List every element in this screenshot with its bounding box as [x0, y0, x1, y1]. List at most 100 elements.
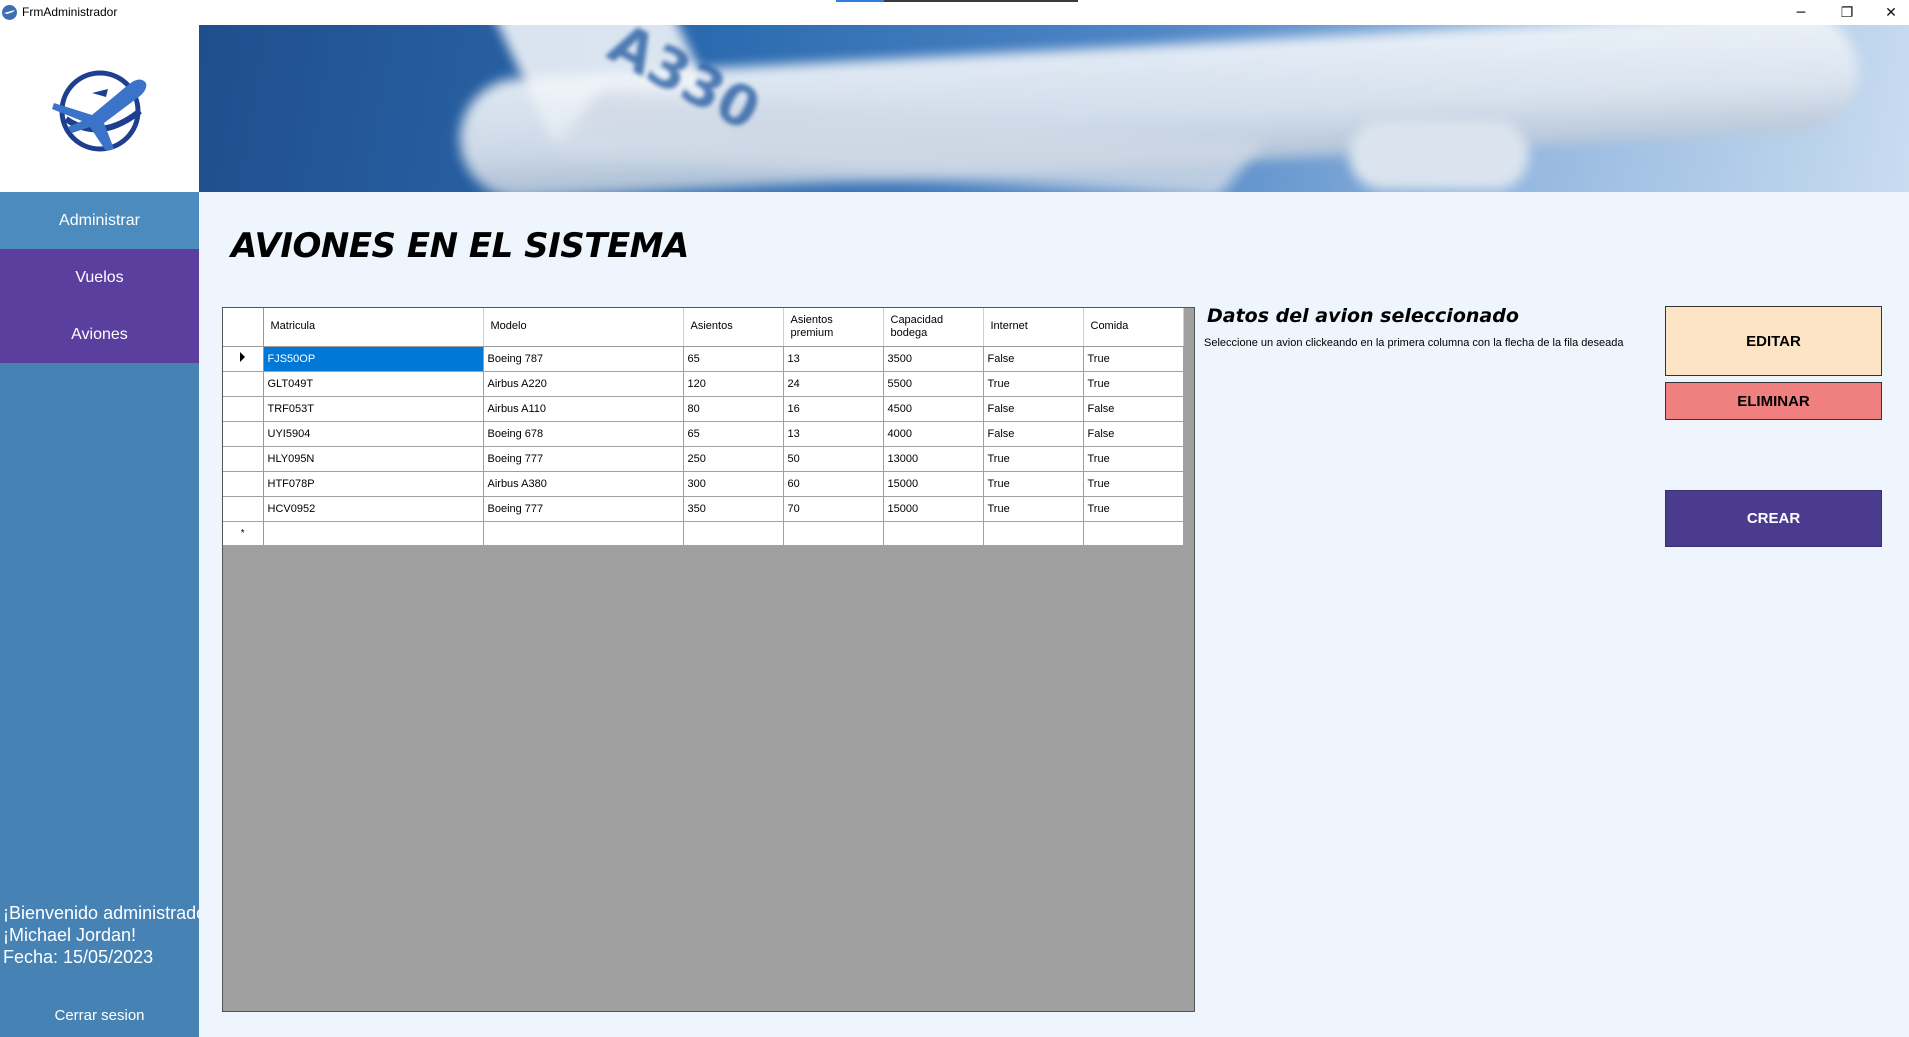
date-label: Fecha: 15/05/2023 — [3, 947, 154, 967]
aircraft-grid[interactable]: Matricula Modelo Asientos Asientos premi… — [222, 307, 1195, 1012]
table-cell[interactable]: 250 — [683, 446, 784, 472]
table-cell[interactable]: 4000 — [883, 421, 984, 447]
table-cell[interactable]: False — [983, 346, 1084, 372]
table-cell[interactable]: Airbus A110 — [483, 396, 684, 422]
table-cell[interactable] — [783, 521, 884, 546]
page-title: AVIONES EN EL SISTEMA — [231, 226, 689, 266]
create-button[interactable]: CREAR — [1665, 490, 1882, 547]
minimize-button[interactable]: ─ — [1778, 0, 1824, 25]
table-cell[interactable]: 3500 — [883, 346, 984, 372]
column-header-asientos[interactable]: Asientos — [683, 308, 784, 347]
edit-button[interactable]: EDITAR — [1665, 306, 1882, 376]
table-cell[interactable]: True — [1083, 446, 1184, 472]
table-cell[interactable]: 16 — [783, 396, 884, 422]
table-cell[interactable]: HLY095N — [263, 446, 484, 472]
airplane-globe-logo-icon — [52, 70, 147, 152]
column-header-internet[interactable]: Internet — [983, 308, 1084, 347]
restore-button[interactable]: ❐ — [1824, 0, 1870, 25]
column-header-modelo[interactable]: Modelo — [483, 308, 684, 347]
delete-button[interactable]: ELIMINAR — [1665, 382, 1882, 420]
table-cell[interactable] — [683, 521, 784, 546]
table-cell[interactable]: UYI5904 — [263, 421, 484, 447]
table-cell[interactable]: 80 — [683, 396, 784, 422]
table-cell[interactable]: HCV0952 — [263, 496, 484, 522]
table-row[interactable]: HCV0952 Boeing 777 350 70 15000 True True — [223, 496, 1184, 522]
table-cell[interactable]: True — [983, 371, 1084, 397]
table-cell[interactable]: False — [1083, 396, 1184, 422]
table-row[interactable]: GLT049T Airbus A220 120 24 5500 True True — [223, 371, 1184, 397]
aircraft-table: Matricula Modelo Asientos Asientos premi… — [223, 308, 1184, 546]
row-header[interactable] — [223, 446, 264, 472]
table-cell[interactable] — [483, 521, 684, 546]
new-row-header[interactable]: * — [223, 521, 264, 546]
table-row[interactable]: HLY095N Boeing 777 250 50 13000 True True — [223, 446, 1184, 472]
table-cell[interactable]: TRF053T — [263, 396, 484, 422]
table-cell[interactable]: Airbus A380 — [483, 471, 684, 497]
row-header[interactable] — [223, 471, 264, 497]
main-content: AVIONES EN EL SISTEMA Matricula Modelo A… — [199, 192, 1909, 1037]
row-header[interactable] — [223, 346, 264, 372]
table-cell[interactable]: True — [983, 446, 1084, 472]
table-cell[interactable]: False — [983, 396, 1084, 422]
row-header[interactable] — [223, 496, 264, 522]
table-cell[interactable] — [883, 521, 984, 546]
table-cell[interactable]: True — [1083, 471, 1184, 497]
table-row[interactable]: UYI5904 Boeing 678 65 13 4000 False False — [223, 421, 1184, 447]
new-row[interactable]: * — [223, 521, 1184, 546]
column-header-comida[interactable]: Comida — [1083, 308, 1184, 347]
table-cell[interactable]: HTF078P — [263, 471, 484, 497]
column-header-capacidad-bodega[interactable]: Capacidad bodega — [883, 308, 984, 347]
table-cell[interactable]: 70 — [783, 496, 884, 522]
table-cell[interactable]: 24 — [783, 371, 884, 397]
table-cell[interactable]: 65 — [683, 346, 784, 372]
table-cell[interactable]: Boeing 787 — [483, 346, 684, 372]
logout-link[interactable]: Cerrar sesion — [0, 1007, 199, 1024]
table-cell[interactable]: True — [983, 471, 1084, 497]
table-cell[interactable]: 13 — [783, 421, 884, 447]
row-header[interactable] — [223, 421, 264, 447]
table-cell[interactable]: Boeing 777 — [483, 496, 684, 522]
column-header-asientos-premium[interactable]: Asientos premium — [783, 308, 884, 347]
sidebar-item-vuelos[interactable]: Vuelos — [0, 249, 199, 306]
table-cell[interactable]: 15000 — [883, 496, 984, 522]
row-header[interactable] — [223, 396, 264, 422]
table-cell[interactable]: 13 — [783, 346, 884, 372]
table-cell[interactable]: 50 — [783, 446, 884, 472]
table-cell[interactable]: True — [983, 496, 1084, 522]
table-cell[interactable]: 350 — [683, 496, 784, 522]
table-cell[interactable] — [263, 521, 484, 546]
table-cell[interactable]: 120 — [683, 371, 784, 397]
sidebar-item-aviones[interactable]: Aviones — [0, 306, 199, 363]
welcome-text: ¡Bienvenido administrador ¡Michael Jorda… — [3, 902, 199, 968]
table-cell[interactable]: FJS50OP — [263, 346, 484, 372]
table-cell[interactable]: Airbus A220 — [483, 371, 684, 397]
table-cell[interactable]: GLT049T — [263, 371, 484, 397]
table-row[interactable]: HTF078P Airbus A380 300 60 15000 True True — [223, 471, 1184, 497]
table-cell[interactable]: 13000 — [883, 446, 984, 472]
table-header-row: Matricula Modelo Asientos Asientos premi… — [223, 308, 1184, 347]
table-cell[interactable]: 300 — [683, 471, 784, 497]
sidebar-item-administrar[interactable]: Administrar — [0, 192, 199, 249]
table-cell[interactable]: 5500 — [883, 371, 984, 397]
table-row[interactable]: TRF053T Airbus A110 80 16 4500 False False — [223, 396, 1184, 422]
table-cell[interactable]: 60 — [783, 471, 884, 497]
table-cell[interactable]: True — [1083, 346, 1184, 372]
table-cell[interactable]: True — [1083, 371, 1184, 397]
table-cell[interactable]: True — [1083, 496, 1184, 522]
logo-panel — [0, 25, 199, 192]
column-header-matricula[interactable]: Matricula — [263, 308, 484, 347]
table-cell[interactable]: False — [983, 421, 1084, 447]
table-cell[interactable]: Boeing 777 — [483, 446, 684, 472]
table-cell[interactable] — [1083, 521, 1184, 546]
table-cell[interactable]: False — [1083, 421, 1184, 447]
close-button[interactable]: ✕ — [1868, 0, 1909, 25]
table-cell[interactable]: Boeing 678 — [483, 421, 684, 447]
table-cell[interactable]: 4500 — [883, 396, 984, 422]
table-row[interactable]: FJS50OP Boeing 787 65 13 3500 False True — [223, 346, 1184, 372]
table-cell[interactable] — [983, 521, 1084, 546]
row-header-corner[interactable] — [223, 308, 264, 347]
header-banner-image: A330 — [199, 25, 1909, 192]
table-cell[interactable]: 65 — [683, 421, 784, 447]
row-header[interactable] — [223, 371, 264, 397]
table-cell[interactable]: 15000 — [883, 471, 984, 497]
